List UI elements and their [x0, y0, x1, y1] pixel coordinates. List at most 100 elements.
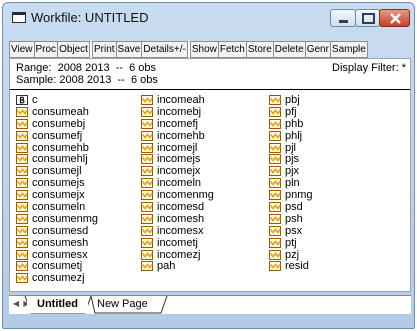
- display-filter-text[interactable]: Display Filter: *: [332, 62, 406, 74]
- list-item[interactable]: incomeah: [141, 94, 214, 106]
- list-item[interactable]: c: [16, 94, 98, 106]
- list-item[interactable]: consumejs: [16, 177, 98, 189]
- list-item[interactable]: resid: [269, 260, 313, 272]
- series-icon: [141, 154, 153, 165]
- details-button[interactable]: Details+/-: [141, 41, 188, 58]
- workfile-window: Workfile: UNTITLED View Proc Object Prin…: [2, 2, 415, 329]
- list-item[interactable]: psd: [269, 201, 313, 213]
- sample-text: Sample: 2008 2013 -- 6 obs: [16, 74, 158, 86]
- list-item[interactable]: consumeah: [16, 106, 98, 118]
- object-name: pah: [157, 260, 176, 273]
- list-item[interactable]: consumehb: [16, 142, 98, 154]
- save-button[interactable]: Save: [115, 41, 143, 58]
- object-name: pnmg: [285, 189, 313, 202]
- list-item[interactable]: consumetj: [16, 260, 98, 272]
- tab-new-page[interactable]: New Page: [87, 296, 158, 313]
- close-button[interactable]: [379, 9, 410, 27]
- list-item[interactable]: pjx: [269, 165, 313, 177]
- series-icon: [16, 225, 28, 236]
- print-button[interactable]: Print: [91, 41, 117, 58]
- series-icon: [16, 213, 28, 224]
- list-item[interactable]: pnmg: [269, 189, 313, 201]
- object-column-1: c consumeah consumebj consumefj consumehb con…: [16, 94, 98, 284]
- series-icon: [269, 166, 281, 177]
- list-item[interactable]: consumehlj: [16, 153, 98, 165]
- object-name: consumehb: [32, 141, 89, 154]
- list-item[interactable]: pbj: [269, 94, 313, 106]
- list-item[interactable]: consumeln: [16, 201, 98, 213]
- list-item[interactable]: incomeln: [141, 177, 214, 189]
- object-name: incomenmg: [157, 189, 214, 202]
- object-button[interactable]: Object: [57, 41, 90, 58]
- object-name: incometj: [157, 236, 198, 249]
- series-icon: [16, 237, 28, 248]
- list-item[interactable]: psx: [269, 225, 313, 237]
- list-item[interactable]: consumesx: [16, 249, 98, 261]
- object-name: ptj: [285, 236, 297, 249]
- list-item[interactable]: consumesh: [16, 237, 98, 249]
- list-item[interactable]: consumebj: [16, 118, 98, 130]
- view-button[interactable]: View: [9, 41, 35, 58]
- show-button[interactable]: Show: [189, 41, 219, 58]
- list-item[interactable]: incomebj: [141, 106, 214, 118]
- list-item[interactable]: incomesx: [141, 225, 214, 237]
- series-icon: [141, 106, 153, 117]
- store-button[interactable]: Store: [245, 41, 274, 58]
- object-name: pjx: [285, 165, 300, 178]
- object-name: incomeln: [157, 177, 202, 190]
- object-name: resid: [285, 260, 309, 273]
- object-name: pjs: [285, 153, 300, 166]
- list-item[interactable]: pjs: [269, 153, 313, 165]
- series-icon: [269, 178, 281, 189]
- list-item[interactable]: consumezj: [16, 272, 98, 284]
- object-name: consumesd: [32, 224, 89, 237]
- series-icon: [269, 94, 281, 105]
- series-icon: [269, 190, 281, 201]
- list-item[interactable]: consumenmg: [16, 213, 98, 225]
- object-name: incomefj: [157, 117, 198, 130]
- list-item[interactable]: incomezj: [141, 249, 214, 261]
- list-item[interactable]: incomesh: [141, 213, 214, 225]
- object-name: consumejl: [32, 165, 82, 178]
- list-item[interactable]: consumejl: [16, 165, 98, 177]
- sample-button[interactable]: Sample: [329, 41, 368, 58]
- title-bar[interactable]: Workfile: UNTITLED: [3, 3, 414, 33]
- delete-button[interactable]: Delete: [272, 41, 306, 58]
- series-icon: [141, 237, 153, 248]
- maximize-button[interactable]: [355, 9, 380, 27]
- list-item[interactable]: ptj: [269, 237, 313, 249]
- list-item[interactable]: consumefj: [16, 130, 98, 142]
- list-item[interactable]: incomejx: [141, 165, 214, 177]
- fetch-button[interactable]: Fetch: [217, 41, 247, 58]
- list-item[interactable]: incomejl: [141, 142, 214, 154]
- list-item[interactable]: incomesd: [141, 201, 214, 213]
- tab-untitled[interactable]: Untitled: [27, 296, 88, 313]
- list-item[interactable]: phb: [269, 118, 313, 130]
- list-item[interactable]: pfj: [269, 106, 313, 118]
- list-item[interactable]: incomefj: [141, 118, 214, 130]
- list-item[interactable]: pln: [269, 177, 313, 189]
- list-item[interactable]: incomejs: [141, 153, 214, 165]
- list-item[interactable]: pah: [141, 260, 214, 272]
- list-item[interactable]: pjl: [269, 142, 313, 154]
- list-item[interactable]: consumesd: [16, 225, 98, 237]
- list-item[interactable]: incomehb: [141, 130, 214, 142]
- object-name: consumehlj: [32, 153, 88, 166]
- list-item[interactable]: pzj: [269, 249, 313, 261]
- minimize-button[interactable]: [330, 9, 356, 27]
- list-item[interactable]: incometj: [141, 237, 214, 249]
- list-item[interactable]: psh: [269, 213, 313, 225]
- series-icon: [141, 213, 153, 224]
- genr-button[interactable]: Genr: [304, 41, 331, 58]
- object-name: pzj: [285, 248, 300, 261]
- series-icon: [269, 130, 281, 141]
- series-icon: [269, 118, 281, 129]
- list-item[interactable]: phlj: [269, 130, 313, 142]
- list-item[interactable]: consumejx: [16, 189, 98, 201]
- object-name: pbj: [285, 93, 300, 106]
- object-name: incomeah: [157, 93, 205, 106]
- object-name: psx: [285, 224, 303, 237]
- proc-button[interactable]: Proc: [33, 41, 59, 58]
- list-item[interactable]: incomenmg: [141, 189, 214, 201]
- object-name: consumetj: [32, 260, 83, 273]
